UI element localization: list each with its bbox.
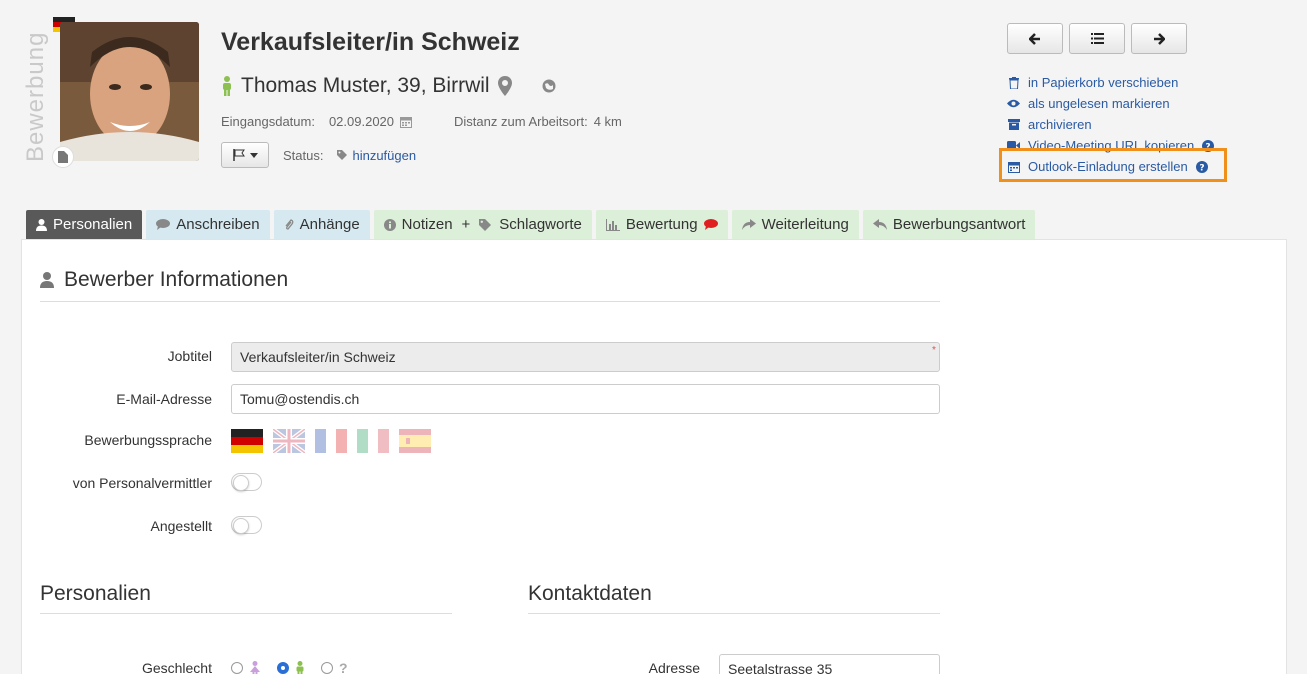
- language-flags: [231, 429, 431, 453]
- list-icon: [1090, 33, 1104, 44]
- flag-dropdown-button[interactable]: [221, 142, 269, 168]
- personalien-title: Personalien: [40, 582, 151, 605]
- section-divider: [40, 301, 940, 302]
- tab-anschreiben[interactable]: Anschreiben: [146, 210, 270, 239]
- agency-toggle[interactable]: [231, 473, 262, 491]
- document-icon[interactable]: [52, 146, 74, 168]
- male-icon: [223, 76, 231, 96]
- content-panel: [21, 239, 1287, 674]
- required-marker: *: [932, 345, 936, 356]
- navigation-buttons: [1007, 23, 1187, 54]
- female-icon: [250, 661, 260, 674]
- tab-personalien[interactable]: Personalien: [26, 210, 143, 239]
- kontakt-divider: [528, 613, 940, 614]
- flag-italian-icon[interactable]: [357, 429, 389, 453]
- status-row: Status: hinzufügen: [221, 142, 416, 168]
- tab-anhaenge[interactable]: Anhänge: [273, 210, 370, 239]
- address-field[interactable]: Seetalstrasse 35: [719, 654, 940, 674]
- flag-spanish-icon[interactable]: [399, 429, 431, 453]
- employed-label: Angestellt: [150, 518, 212, 534]
- move-to-trash-link[interactable]: in Papierkorb verschieben: [1007, 72, 1214, 93]
- globe-icon[interactable]: [542, 79, 556, 93]
- caret-down-icon: [249, 152, 258, 158]
- male-icon: [296, 661, 304, 674]
- tab-bewerbungsantwort[interactable]: Bewerbungsantwort: [862, 210, 1036, 239]
- vertical-label: Bewerbung: [22, 31, 49, 162]
- employed-toggle[interactable]: [231, 516, 262, 534]
- paperclip-icon: [285, 219, 294, 230]
- comment-icon: [703, 219, 718, 230]
- tab-notizen-schlagworte[interactable]: Notizen + Schlagworte: [373, 210, 592, 239]
- language-label: Bewerbungssprache: [84, 432, 212, 448]
- flag-english-icon[interactable]: [273, 429, 305, 453]
- info-icon: [383, 218, 396, 231]
- gender-male-radio[interactable]: [277, 662, 289, 674]
- distance-value: 4 km: [593, 114, 622, 129]
- tags-icon: [479, 218, 492, 231]
- share-icon: [741, 219, 756, 230]
- bar-chart-icon: [605, 218, 620, 231]
- tab-weiterleitung[interactable]: Weiterleitung: [731, 210, 859, 239]
- user-icon: [36, 218, 47, 231]
- arrow-right-icon: [1154, 32, 1165, 45]
- tab-schlagworte-label: Schlagworte: [499, 216, 582, 233]
- gender-label: Geschlecht: [141, 660, 212, 674]
- map-marker-icon[interactable]: [497, 76, 512, 96]
- eye-icon: [1007, 99, 1020, 108]
- user-icon: [40, 272, 54, 288]
- calendar-icon[interactable]: [400, 116, 413, 128]
- arrow-left-icon: [1029, 32, 1040, 45]
- previous-button[interactable]: [1007, 23, 1063, 54]
- tab-notizen-label: Notizen: [401, 216, 453, 233]
- received-label: Eingangsdatum:: [221, 114, 315, 129]
- applicant-meta: Eingangsdatum: 02.09.2020 Distanz zum Ar…: [221, 114, 622, 129]
- flag-french-icon[interactable]: [315, 429, 347, 453]
- email-label: E-Mail-Adresse: [116, 391, 212, 407]
- gender-female-radio[interactable]: [231, 662, 243, 674]
- jobtitle-label: Jobtitel: [167, 348, 212, 364]
- job-title: Verkaufsleiter/in Schweiz: [221, 28, 520, 56]
- section-title: Bewerber Informationen: [40, 268, 288, 292]
- kontakt-title: Kontaktdaten: [528, 582, 652, 605]
- mark-unread-link[interactable]: als ungelesen markieren: [1007, 93, 1214, 114]
- applicant-photo[interactable]: [60, 22, 199, 161]
- applicant-name-row: Thomas Muster, 39, Birrwil: [221, 74, 556, 98]
- flag-german-icon[interactable]: [231, 429, 263, 453]
- applicant-header: Bewerbung Verkaufsleiter/in Schweiz Thom…: [0, 0, 1307, 200]
- applicant-name: Thomas Muster, 39, Birrwil: [241, 74, 490, 97]
- agency-label: von Personalvermittler: [72, 475, 212, 491]
- reply-icon: [872, 219, 887, 230]
- tab-plus-label: +: [461, 216, 471, 233]
- tag-icon: [337, 150, 348, 160]
- next-button[interactable]: [1131, 23, 1187, 54]
- flag-icon: [232, 149, 245, 161]
- received-date: 02.09.2020: [328, 114, 395, 129]
- comment-icon: [156, 219, 171, 230]
- highlight-box: [999, 148, 1227, 182]
- email-field[interactable]: Tomu@ostendis.ch: [231, 384, 940, 414]
- jobtitle-field[interactable]: Verkaufsleiter/in Schweiz: [231, 342, 940, 372]
- gender-radios: ?: [231, 660, 348, 674]
- gender-unknown-radio[interactable]: [321, 662, 333, 674]
- unknown-gender-icon: ?: [339, 660, 348, 674]
- address-label: Adresse: [648, 660, 700, 674]
- distance-label: Distanz zum Arbeitsort:: [454, 114, 588, 129]
- archive-link[interactable]: archivieren: [1007, 114, 1214, 135]
- archive-icon: [1007, 119, 1020, 130]
- list-button[interactable]: [1069, 23, 1125, 54]
- status-add-link[interactable]: hinzufügen: [337, 148, 416, 163]
- tab-bar: Personalien Anschreiben Anhänge Notizen …: [26, 210, 1036, 239]
- status-label: Status:: [283, 147, 324, 163]
- personalien-divider: [40, 613, 452, 614]
- tab-bewertung[interactable]: Bewertung: [595, 210, 728, 239]
- trash-icon: [1008, 76, 1019, 89]
